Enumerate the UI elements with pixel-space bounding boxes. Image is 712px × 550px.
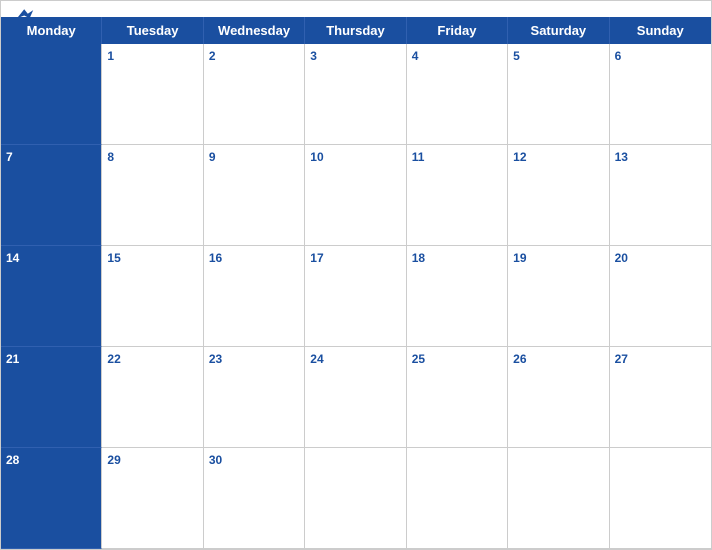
day-cell: [508, 448, 609, 549]
day-cell: 26: [508, 347, 609, 448]
day-number: 3: [310, 49, 317, 63]
day-cell: 30: [204, 448, 305, 549]
day-number: 7: [6, 150, 13, 164]
day-number: 8: [107, 150, 114, 164]
day-cell: 24: [305, 347, 406, 448]
day-number: 14: [6, 251, 19, 265]
day-cell: 5: [508, 44, 609, 145]
day-cell: 1: [102, 44, 203, 145]
calendar-container: MondayTuesdayWednesdayThursdayFridaySatu…: [0, 0, 712, 550]
day-header-tuesday: Tuesday: [102, 17, 203, 44]
logo-bird-icon: [17, 9, 35, 23]
day-number: 25: [412, 352, 425, 366]
day-number: 17: [310, 251, 323, 265]
day-number: 2: [209, 49, 216, 63]
day-cell: 28: [1, 448, 102, 549]
day-cell: [610, 448, 711, 549]
day-cell: 19: [508, 246, 609, 347]
days-header: MondayTuesdayWednesdayThursdayFridaySatu…: [1, 17, 711, 44]
day-cell: 15: [102, 246, 203, 347]
day-cell: 25: [407, 347, 508, 448]
day-number: 1: [107, 49, 114, 63]
day-cell: 12: [508, 145, 609, 246]
day-cell: 8: [102, 145, 203, 246]
day-number: 20: [615, 251, 628, 265]
day-cell: 3: [305, 44, 406, 145]
day-cell: [1, 44, 102, 145]
day-cell: [407, 448, 508, 549]
day-cell: 9: [204, 145, 305, 246]
day-number: 22: [107, 352, 120, 366]
day-number: 18: [412, 251, 425, 265]
day-cell: [305, 448, 406, 549]
day-number: 11: [412, 150, 425, 164]
day-cell: 17: [305, 246, 406, 347]
day-number: 24: [310, 352, 323, 366]
day-number: 30: [209, 453, 222, 467]
day-number: 10: [310, 150, 323, 164]
day-cell: 20: [610, 246, 711, 347]
day-cell: 21: [1, 347, 102, 448]
day-cell: 23: [204, 347, 305, 448]
day-header-saturday: Saturday: [508, 17, 609, 44]
day-cell: 6: [610, 44, 711, 145]
day-header-friday: Friday: [407, 17, 508, 44]
day-header-thursday: Thursday: [305, 17, 406, 44]
day-number: 23: [209, 352, 222, 366]
day-number: 5: [513, 49, 520, 63]
day-cell: 16: [204, 246, 305, 347]
day-number: 26: [513, 352, 526, 366]
day-cell: 13: [610, 145, 711, 246]
day-cell: 2: [204, 44, 305, 145]
day-number: 16: [209, 251, 222, 265]
day-number: 21: [6, 352, 19, 366]
day-number: 6: [615, 49, 622, 63]
logo: [17, 9, 37, 23]
day-number: 15: [107, 251, 120, 265]
day-cell: 18: [407, 246, 508, 347]
day-number: 12: [513, 150, 526, 164]
day-number: 27: [615, 352, 628, 366]
day-header-wednesday: Wednesday: [204, 17, 305, 44]
calendar-grid: 1234567891011121314151617181920212223242…: [1, 44, 711, 549]
day-number: 9: [209, 150, 216, 164]
day-number: 4: [412, 49, 419, 63]
day-cell: 10: [305, 145, 406, 246]
day-cell: 7: [1, 145, 102, 246]
day-cell: 22: [102, 347, 203, 448]
day-cell: 27: [610, 347, 711, 448]
day-header-sunday: Sunday: [610, 17, 711, 44]
day-number: 13: [615, 150, 628, 164]
day-cell: 29: [102, 448, 203, 549]
day-cell: 4: [407, 44, 508, 145]
day-number: 28: [6, 453, 19, 467]
day-cell: 14: [1, 246, 102, 347]
calendar-header: [1, 1, 711, 17]
logo-blue-text: [17, 9, 37, 23]
day-number: 19: [513, 251, 526, 265]
day-cell: 11: [407, 145, 508, 246]
day-number: 29: [107, 453, 120, 467]
